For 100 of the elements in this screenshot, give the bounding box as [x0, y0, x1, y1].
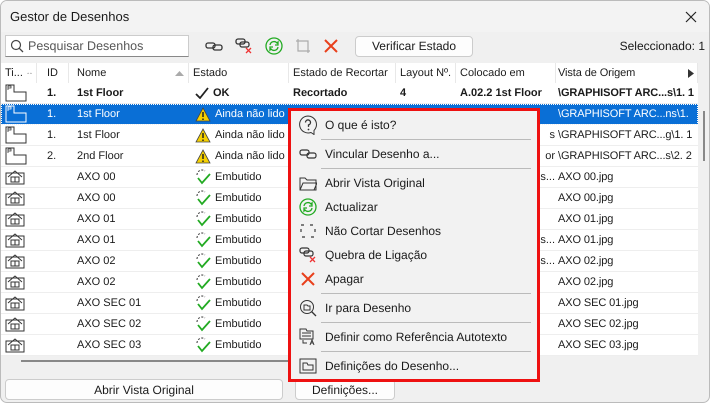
layout-icon: [5, 84, 27, 102]
link-icon[interactable]: [205, 40, 223, 52]
table-cell: Embutido: [215, 318, 262, 330]
table-cell: 4: [400, 87, 406, 99]
open-view-button[interactable]: Abrir Vista Original: [5, 379, 283, 400]
table-cell-text: AXO 00: [76, 171, 116, 183]
sort-icon: [26, 70, 32, 76]
table-cell: AXO 02.jpg: [558, 255, 614, 267]
table-cell: AXO 00.jpg: [558, 171, 614, 183]
table-cell: AXO SEC 03.jpg: [558, 339, 639, 351]
table-cell-text: 1.: [46, 87, 56, 99]
house-image-icon: [5, 295, 25, 311]
table-cell: \GRAPHISOFT ARC...g\1. 1: [558, 129, 692, 141]
table-cell-text: 1st Floor: [76, 108, 120, 120]
table-cell-text: AXO 01: [76, 234, 116, 246]
table-cell: Embutido: [215, 192, 262, 204]
house-image-icon: [5, 337, 25, 353]
crop-icon[interactable]: [295, 38, 311, 54]
table-cell: AXO 01.jpg: [558, 213, 614, 225]
folder-icon: [299, 175, 317, 191]
column-header[interactable]: Estado de Recortar: [289, 63, 396, 83]
menu-item[interactable]: O que é isto?: [291, 113, 537, 137]
table-cell: Ainda não lido: [215, 108, 285, 120]
table-cell: \GRAPHISOFT ARC...ns\1.: [558, 108, 689, 120]
scroll-right-icon[interactable]: [688, 69, 694, 78]
warning-icon: [195, 128, 211, 142]
house-image-icon: [5, 232, 25, 248]
window-title: Gestor de Desenhos: [10, 9, 130, 24]
table-cell: s...: [540, 255, 555, 267]
table-cell-text: AXO SEC 01: [76, 297, 142, 309]
table-cell: AXO 00.jpg: [558, 192, 614, 204]
table-cell: s...: [540, 171, 555, 183]
house-image-icon: [5, 190, 25, 206]
menu-item[interactable]: Quebra de Ligação: [291, 243, 537, 267]
table-cell-text: 2nd Floor: [76, 150, 124, 162]
search-icon: [10, 39, 24, 53]
table-cell-text: 1st Floor: [76, 87, 124, 99]
column-header[interactable]: Nome: [69, 63, 189, 83]
table-cell-text: AXO 02: [76, 276, 116, 288]
table-cell-text: AXO 02: [76, 255, 116, 267]
column-header[interactable]: ID: [37, 63, 69, 83]
table-cell: Recortado: [293, 87, 348, 99]
house-image-icon: [5, 253, 25, 269]
link-icon: [299, 149, 317, 159]
unlink-icon[interactable]: [235, 38, 253, 54]
embedded-check-icon: [195, 274, 211, 290]
column-header[interactable]: Layout Nº.: [396, 63, 456, 83]
table-cell: or: [545, 150, 555, 162]
table-cell: AXO 01.jpg: [558, 234, 614, 246]
menu-item[interactable]: Definições do Desenho...: [291, 354, 537, 378]
table-cell-text: AXO SEC 02: [76, 318, 142, 330]
table-cell: Embutido: [215, 339, 262, 351]
warning-icon: [195, 148, 211, 164]
table-cell: Ainda não lido: [215, 129, 285, 141]
embedded-check-icon: [195, 232, 211, 248]
embedded-check-icon: [195, 253, 211, 269]
embedded-check-icon: [195, 337, 211, 353]
table-cell: s: [550, 129, 555, 141]
table-cell: Ainda não lido: [215, 150, 285, 162]
layout-icon: [5, 126, 27, 144]
table-cell-text: AXO SEC 03: [76, 339, 142, 351]
verify-status-button[interactable]: Verificar Estado: [355, 36, 473, 56]
refresh-icon[interactable]: [265, 37, 283, 55]
close-icon[interactable]: [685, 10, 697, 22]
autotext-icon: [299, 328, 317, 346]
table-cell-text: 2.: [46, 150, 56, 162]
selection-count: Seleccionado: 1: [620, 39, 705, 53]
embedded-check-icon: [195, 169, 211, 185]
house-image-icon: [5, 169, 25, 185]
table-cell: Embutido: [215, 213, 262, 225]
house-image-icon: [5, 274, 25, 290]
table-cell-text: AXO 01: [76, 213, 116, 225]
menu-item[interactable]: Abrir Vista Original: [291, 171, 537, 195]
drawing-settings-icon: [299, 358, 317, 374]
dashed-frame-icon: [300, 224, 316, 238]
search-field[interactable]: Pesquisar Desenhos: [5, 35, 189, 57]
column-header[interactable]: Colocado em: [456, 63, 556, 83]
table-cell: \GRAPHISOFT ARC...s\1. 1: [558, 87, 694, 99]
sort-icon: [175, 70, 184, 76]
table-cell: AXO 02.jpg: [558, 276, 614, 288]
table-cell: OK: [213, 87, 230, 99]
check-icon: [195, 87, 209, 99]
column-header[interactable]: Ti...: [1, 63, 37, 83]
delete-icon: [300, 271, 316, 287]
warning-icon: [195, 106, 211, 122]
table-cell: Embutido: [215, 234, 262, 246]
embedded-check-icon: [195, 211, 211, 227]
embedded-check-icon: [195, 295, 211, 311]
table-cell-text: 1.: [46, 108, 56, 120]
delete-icon[interactable]: [323, 38, 339, 54]
layout-icon: [5, 105, 27, 123]
table-cell-text: AXO 00: [76, 192, 116, 204]
table-cell: A.02.2 1st Floor: [460, 87, 542, 99]
column-header[interactable]: Estado: [189, 63, 289, 83]
house-image-icon: [5, 316, 25, 332]
scrollbar-thumb[interactable]: [702, 111, 704, 161]
embedded-check-icon: [195, 190, 211, 206]
table-cell: Embutido: [215, 171, 262, 183]
table-cell: Embutido: [215, 297, 262, 309]
table-cell-text: 1.: [46, 129, 56, 141]
